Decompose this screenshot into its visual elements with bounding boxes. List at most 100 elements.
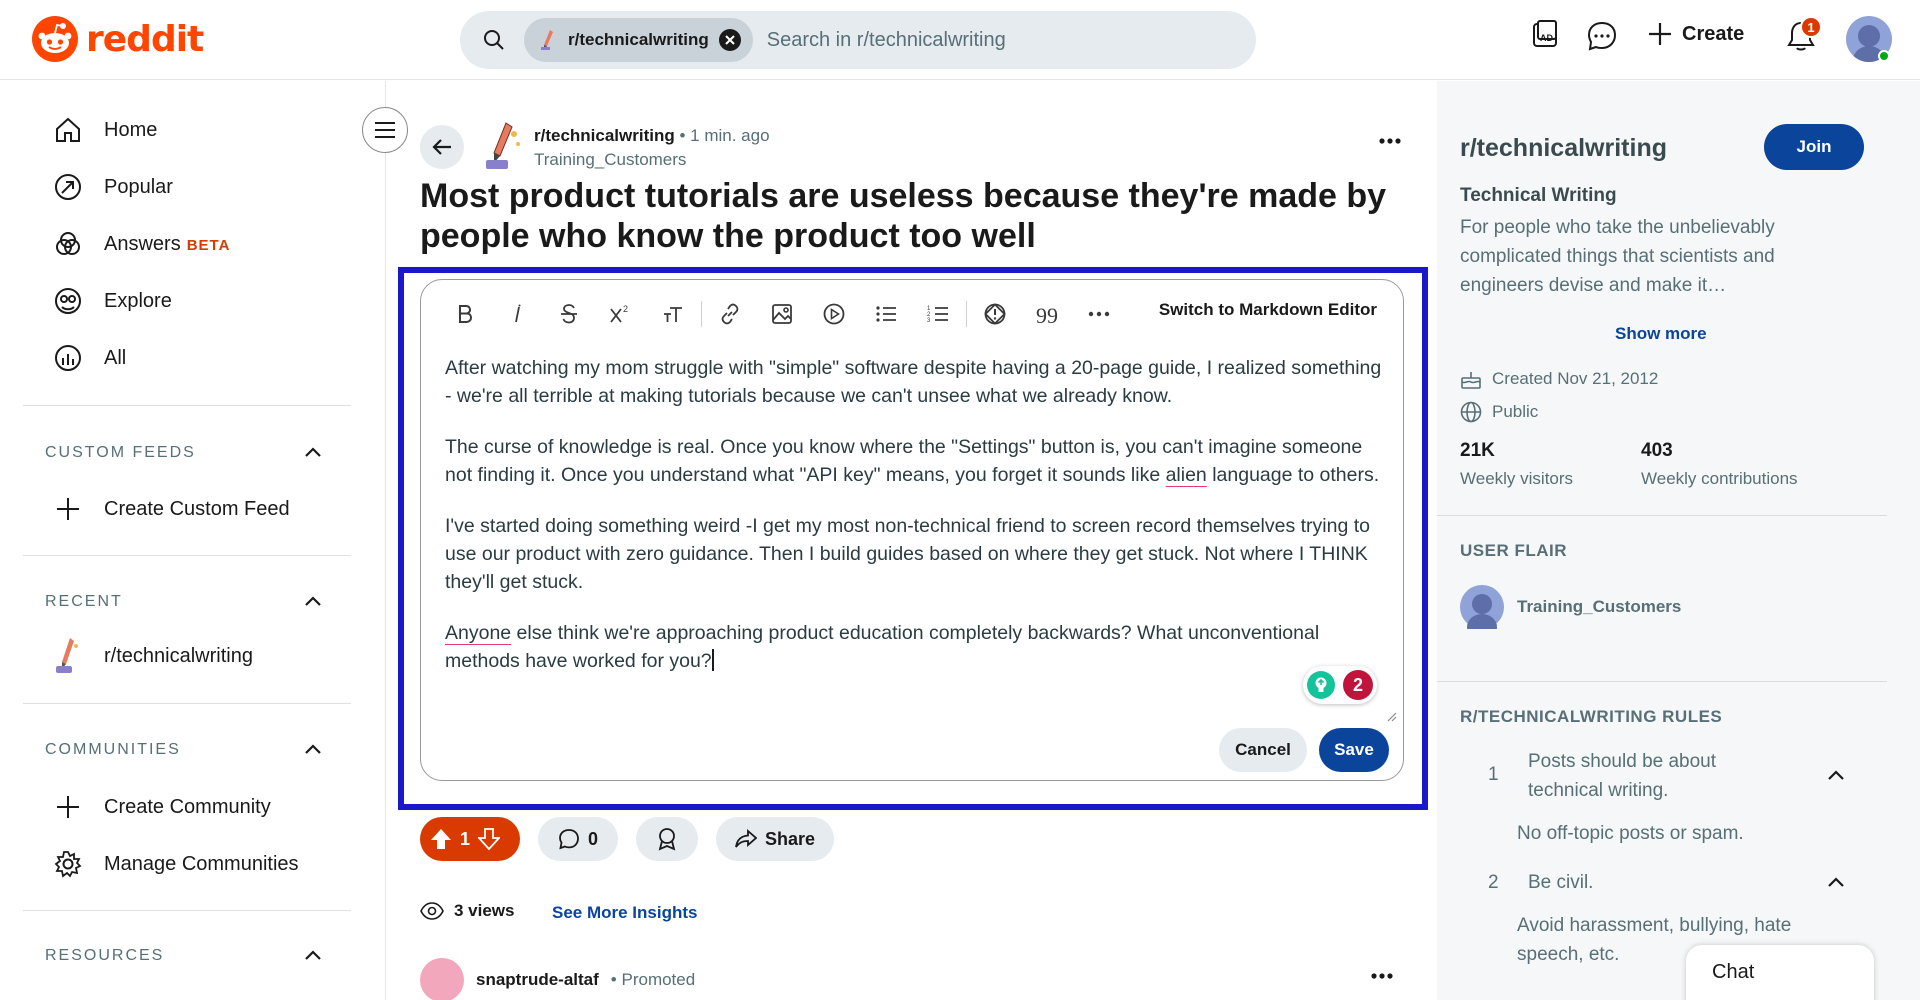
notifications-button[interactable]: 1 bbox=[1786, 16, 1822, 52]
spelling-flag[interactable]: alien bbox=[1166, 464, 1207, 486]
chat-button[interactable] bbox=[1586, 20, 1618, 52]
editor-text: language to others. bbox=[1206, 464, 1380, 486]
subreddit-icon bbox=[52, 638, 84, 673]
cancel-button[interactable]: Cancel bbox=[1219, 728, 1307, 772]
custom-feeds-title[interactable]: CUSTOM FEEDS bbox=[45, 444, 196, 462]
promoter-name[interactable]: snaptrude-altaf bbox=[476, 970, 599, 990]
chevron-up-icon[interactable] bbox=[1826, 766, 1846, 786]
subreddit-icon[interactable] bbox=[480, 120, 526, 172]
user-flair-name[interactable]: Training_Customers bbox=[1517, 597, 1681, 617]
superscript-icon[interactable]: 2 bbox=[595, 296, 647, 332]
grammar-checker-badge[interactable]: 2 bbox=[1303, 666, 1377, 704]
back-button[interactable] bbox=[420, 125, 464, 169]
svg-text:3: 3 bbox=[927, 318, 931, 324]
rule-description: No off-topic posts or spam. bbox=[1517, 823, 1744, 844]
more-options-icon[interactable] bbox=[1370, 972, 1394, 980]
search-scope-chip[interactable]: r/technicalwriting bbox=[524, 18, 753, 62]
post-title: Most product tutorials are useless becau… bbox=[420, 177, 1387, 255]
resize-handle-icon[interactable] bbox=[1385, 710, 1397, 722]
post-editor[interactable]: 2 123 99 Switch to Markdown Editor After… bbox=[420, 279, 1404, 781]
online-status-dot bbox=[1878, 50, 1890, 62]
more-options-icon[interactable] bbox=[1378, 137, 1402, 145]
sidebar-divider bbox=[1437, 515, 1887, 516]
see-more-insights-link[interactable]: See More Insights bbox=[552, 903, 697, 923]
reddit-logo[interactable]: reddit bbox=[32, 16, 204, 62]
all-icon bbox=[52, 342, 84, 374]
weekly-contributions-count: 403 bbox=[1641, 440, 1673, 461]
upvote-icon[interactable] bbox=[430, 827, 452, 851]
chevron-up-icon[interactable] bbox=[302, 442, 324, 464]
communities-title[interactable]: COMMUNITIES bbox=[45, 741, 181, 759]
comments-button[interactable]: 0 bbox=[538, 817, 618, 861]
nav-popular[interactable]: Popular bbox=[52, 171, 173, 203]
bulleted-list-icon[interactable] bbox=[860, 296, 912, 332]
bold-icon[interactable] bbox=[439, 296, 491, 332]
award-button[interactable] bbox=[636, 817, 698, 861]
spoiler-icon[interactable] bbox=[969, 296, 1021, 332]
chevron-up-icon[interactable] bbox=[302, 945, 324, 967]
snoo-logo-icon bbox=[32, 16, 78, 62]
create-community[interactable]: Create Community bbox=[52, 791, 271, 823]
clear-scope-icon[interactable] bbox=[718, 29, 741, 51]
chevron-up-icon[interactable] bbox=[302, 739, 324, 761]
downvote-icon[interactable] bbox=[478, 827, 501, 851]
collapse-sidebar-button[interactable] bbox=[362, 107, 408, 153]
create-label: Create bbox=[1682, 22, 1745, 45]
nav-all-label: All bbox=[104, 346, 127, 369]
italic-icon[interactable] bbox=[491, 296, 543, 332]
nav-home-label: Home bbox=[104, 118, 158, 141]
editor-paragraph: I've started doing something weird -I ge… bbox=[445, 515, 1370, 593]
views-icon bbox=[420, 902, 444, 920]
quote-icon[interactable]: 99 bbox=[1021, 296, 1073, 332]
editor-paragraph: Anyone else think we're approaching prod… bbox=[445, 619, 1385, 675]
more-formatting-icon[interactable] bbox=[1073, 296, 1125, 332]
numbered-list-icon[interactable]: 123 bbox=[912, 296, 964, 332]
link-icon[interactable] bbox=[704, 296, 756, 332]
toolbar-divider bbox=[966, 301, 967, 327]
nav-answers-label: Answers bbox=[104, 232, 181, 255]
weekly-contributions-label: Weekly contributions bbox=[1641, 469, 1798, 488]
nav-answers[interactable]: Answers BETA bbox=[52, 228, 230, 260]
recent-item[interactable]: r/technicalwriting bbox=[52, 638, 253, 673]
svg-text:AD: AD bbox=[1540, 33, 1553, 43]
chevron-up-icon[interactable] bbox=[302, 591, 324, 613]
heading-icon[interactable] bbox=[647, 296, 699, 332]
save-button[interactable]: Save bbox=[1319, 728, 1389, 772]
post-author[interactable]: Training_Customers bbox=[534, 150, 686, 170]
search-scope-label: r/technicalwriting bbox=[568, 30, 709, 49]
created-date: Created Nov 21, 2012 bbox=[1460, 369, 1658, 389]
nav-home[interactable]: Home bbox=[52, 114, 157, 146]
nav-divider bbox=[23, 405, 351, 406]
nav-explore[interactable]: Explore bbox=[52, 285, 172, 317]
plus-icon bbox=[52, 791, 84, 823]
create-custom-feed[interactable]: Create Custom Feed bbox=[52, 493, 290, 525]
subreddit-pen-icon bbox=[541, 30, 553, 50]
join-button[interactable]: Join bbox=[1764, 124, 1864, 170]
show-more-link[interactable]: Show more bbox=[1615, 324, 1707, 344]
nav-all[interactable]: All bbox=[52, 342, 126, 374]
search-input[interactable] bbox=[766, 28, 1187, 52]
recent-item-label: r/technicalwriting bbox=[104, 644, 253, 667]
search-bar[interactable]: r/technicalwriting bbox=[460, 11, 1256, 69]
create-post-button[interactable]: Create bbox=[1646, 20, 1744, 48]
spelling-flag[interactable]: Anyone bbox=[445, 622, 511, 644]
editor-text-area[interactable]: After watching my mom struggle with "sim… bbox=[445, 354, 1385, 698]
advertise-button[interactable]: AD bbox=[1530, 20, 1560, 50]
strikethrough-icon[interactable] bbox=[543, 296, 595, 332]
share-label: Share bbox=[764, 828, 816, 849]
editor-paragraph: After watching my mom struggle with "sim… bbox=[445, 357, 1382, 407]
rule-title[interactable]: Be civil. bbox=[1528, 868, 1788, 897]
switch-markdown-editor-button[interactable]: Switch to Markdown Editor bbox=[1159, 300, 1377, 320]
rule-title[interactable]: Posts should be about technical writing. bbox=[1528, 747, 1788, 805]
image-icon[interactable] bbox=[756, 296, 808, 332]
promoter-avatar[interactable] bbox=[420, 958, 464, 1000]
manage-communities[interactable]: Manage Communities bbox=[52, 848, 299, 880]
post-subreddit-link[interactable]: r/technicalwriting bbox=[534, 126, 675, 145]
resources-title[interactable]: RESOURCES bbox=[45, 947, 164, 965]
chevron-up-icon[interactable] bbox=[1826, 873, 1846, 893]
vote-count: 1 bbox=[460, 828, 471, 849]
recent-title[interactable]: RECENT bbox=[45, 593, 123, 611]
video-icon[interactable] bbox=[808, 296, 860, 332]
chat-dock-button[interactable]: Chat bbox=[1686, 945, 1874, 1000]
share-button[interactable]: Share bbox=[716, 817, 834, 861]
